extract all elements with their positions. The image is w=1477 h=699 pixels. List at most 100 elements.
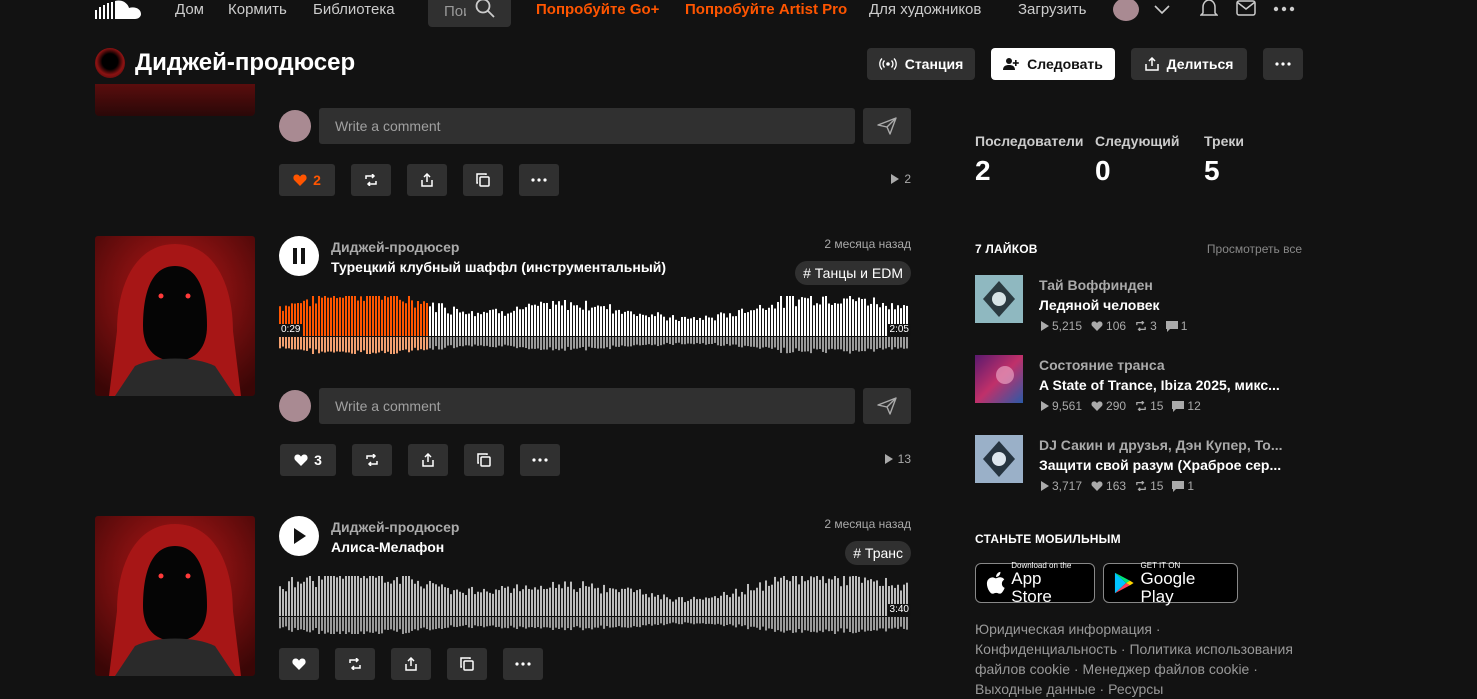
waveform-bar (774, 308, 776, 336)
copy-link-button[interactable] (464, 444, 504, 476)
liked-track-item[interactable]: Состояние транса A State of Trance, Ibiz… (975, 355, 1303, 413)
search-icon[interactable] (475, 0, 495, 18)
liked-track-item[interactable]: Тай Воффинден Ледяной человек 5,215 106 … (975, 275, 1303, 333)
share-button[interactable]: Делиться (1131, 48, 1247, 80)
likes-heading[interactable]: 7 ЛАЙКОВ (975, 242, 1038, 256)
waveform-bar-reflection (408, 337, 410, 353)
tracks-stat[interactable]: Треки 5 (1204, 133, 1244, 187)
copy-link-button[interactable] (447, 648, 487, 680)
resources-link[interactable]: Ресурсы (1108, 681, 1163, 697)
play-button[interactable] (279, 516, 319, 556)
waveform-bar-reflection (318, 617, 320, 634)
track-more-button[interactable] (520, 444, 560, 476)
repost-button[interactable] (335, 648, 375, 680)
liked-title[interactable]: Защити свой разум (Храброе сер... (1039, 457, 1289, 473)
user-avatar[interactable] (1113, 0, 1139, 21)
waveform-bar-reflection (618, 337, 620, 347)
liked-artist[interactable]: Тай Воффинден (1039, 277, 1289, 293)
play-count-value: 2 (904, 172, 911, 186)
copy-link-button[interactable] (463, 164, 503, 196)
waveform-bar-reflection (693, 617, 695, 625)
waveform-bar-reflection (459, 617, 461, 627)
like-button[interactable] (279, 648, 319, 680)
waveform-bar (285, 591, 287, 616)
station-button[interactable]: Станция (867, 48, 975, 80)
cookie-manager-link[interactable]: Менеджер файлов cookie (1083, 661, 1250, 677)
waveform-bar-reflection (693, 337, 695, 345)
waveform[interactable] (279, 576, 911, 634)
waveform-bar-reflection (831, 337, 833, 349)
waveform-bar (504, 315, 506, 336)
repost-button[interactable] (352, 444, 392, 476)
send-comment-button[interactable] (863, 388, 911, 424)
liked-title[interactable]: A State of Trance, Ibiza 2025, микс... (1039, 377, 1289, 393)
elapsed-time: 0:29 (279, 324, 303, 336)
nav-feed[interactable]: Кормить (228, 1, 287, 18)
view-all-link[interactable]: Просмотреть все (1207, 242, 1302, 256)
try-artist-pro-link[interactable]: Попробуйте Artist Pro (685, 1, 847, 18)
track-more-button[interactable] (519, 164, 559, 196)
waveform-bar-reflection (441, 617, 443, 630)
waveform-bar-reflection (483, 337, 485, 347)
soundcloud-logo-icon[interactable] (95, 0, 143, 20)
comment-input[interactable] (319, 108, 855, 144)
waveform-bar (300, 583, 302, 616)
comment-input[interactable] (319, 388, 855, 424)
track-title[interactable]: Турецкий клубный шаффл (инструментальный… (331, 259, 666, 275)
search-input[interactable] (444, 3, 466, 20)
follow-button[interactable]: Следовать (991, 48, 1115, 80)
waveform-bar (726, 594, 728, 616)
liked-artist[interactable]: DJ Сакин и друзья, Дэн Купер, То... (1039, 437, 1289, 453)
imprint-link[interactable]: Выходные данные (975, 681, 1096, 697)
track-cover[interactable] (95, 236, 255, 396)
track-cover[interactable] (95, 516, 255, 676)
privacy-link[interactable]: Конфиденциальность (975, 641, 1117, 657)
legal-link[interactable]: Юридическая информация (975, 621, 1152, 637)
more-options-button[interactable] (1263, 48, 1303, 80)
liked-track-item[interactable]: DJ Сакин и друзья, Дэн Купер, То... Защи… (975, 435, 1303, 493)
mail-icon[interactable] (1236, 0, 1256, 16)
nav-home[interactable]: Дом (175, 1, 204, 18)
genre-tag[interactable]: # Транс (845, 541, 911, 565)
track-more-button[interactable] (503, 648, 543, 680)
tracks-label: Треки (1204, 133, 1244, 149)
waveform[interactable] (279, 296, 911, 354)
track-date: 2 месяца назад (824, 237, 911, 251)
share-track-button[interactable] (407, 164, 447, 196)
pause-button[interactable] (279, 236, 319, 276)
waveform-bar (486, 312, 488, 336)
like-button[interactable]: 3 (280, 444, 336, 476)
waveform-bar (462, 592, 464, 616)
waveform-bar-reflection (696, 617, 698, 624)
following-stat[interactable]: Следующий 0 (1095, 133, 1179, 187)
send-comment-button[interactable] (863, 108, 911, 144)
waveform-bar (495, 589, 497, 616)
genre-tag[interactable]: # Танцы и EDM (795, 261, 911, 285)
like-button[interactable]: 2 (279, 164, 335, 196)
share-track-button[interactable] (408, 444, 448, 476)
followers-stat[interactable]: Последователи 2 (975, 133, 1084, 187)
for-artists-link[interactable]: Для художников (869, 1, 981, 18)
waveform-bar-reflection (582, 617, 584, 631)
add-user-icon (1003, 58, 1019, 70)
track-title[interactable]: Алиса-Мелафон (331, 539, 444, 555)
app-store-badge[interactable]: Download on the App Store (975, 561, 1095, 605)
nav-library[interactable]: Библиотека (313, 1, 395, 18)
waveform-bar-reflection (870, 617, 872, 632)
waveform-bar (762, 590, 764, 616)
liked-artist[interactable]: Состояние транса (1039, 357, 1289, 373)
repost-button[interactable] (351, 164, 391, 196)
track-artist[interactable]: Диджей-продюсер (331, 239, 459, 255)
google-play-badge[interactable]: GET IT ON Google Play (1103, 561, 1238, 605)
profile-avatar[interactable] (95, 48, 125, 78)
track-artist[interactable]: Диджей-продюсер (331, 519, 459, 535)
bell-icon[interactable] (1200, 0, 1218, 18)
share-track-button[interactable] (391, 648, 431, 680)
upload-link[interactable]: Загрузить (1018, 1, 1087, 18)
try-go-link[interactable]: Попробуйте Go+ (536, 1, 659, 18)
chevron-down-icon[interactable] (1154, 4, 1170, 16)
liked-title[interactable]: Ледяной человек (1039, 297, 1289, 313)
more-icon[interactable] (1273, 6, 1295, 12)
waveform-bar (450, 594, 452, 616)
plays-value: 9,561 (1052, 399, 1083, 413)
